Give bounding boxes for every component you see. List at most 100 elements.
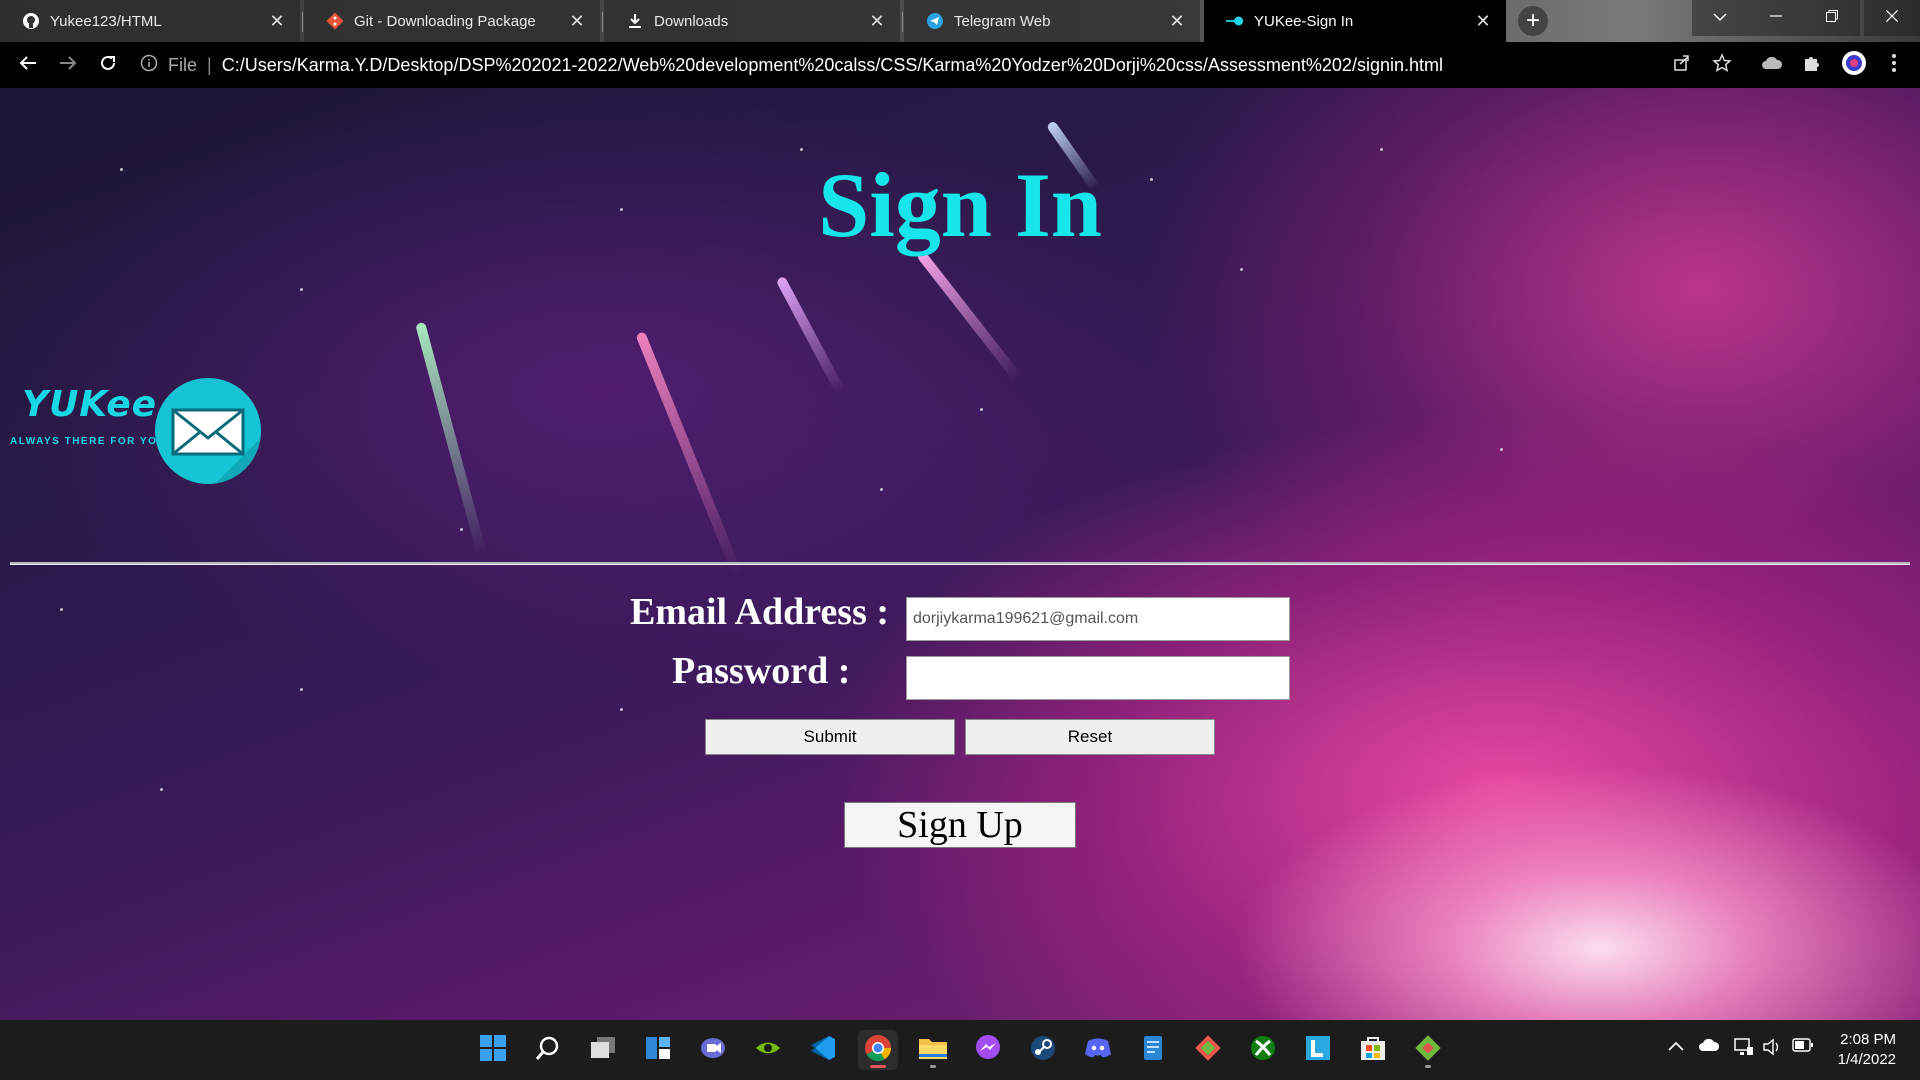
tab-title: Telegram Web xyxy=(954,12,1051,30)
url-text[interactable]: C:/Users/Karma.Y.D/Desktop/DSP%202021-20… xyxy=(222,55,1443,76)
network-icon[interactable] xyxy=(1734,1038,1754,1061)
tab-yukee-signin[interactable]: YUKee-Sign In ✕ xyxy=(1204,0,1506,42)
reset-button[interactable]: Reset xyxy=(965,719,1215,755)
minimize-button[interactable] xyxy=(1748,0,1804,36)
puzzle-icon xyxy=(1802,53,1822,78)
meteor-decoration xyxy=(775,275,846,396)
kebab-menu-icon xyxy=(1891,53,1897,78)
chrome-button[interactable] xyxy=(858,1030,898,1070)
start-button[interactable] xyxy=(473,1030,513,1070)
task-view-button[interactable] xyxy=(583,1030,623,1070)
running-indicator xyxy=(930,1065,936,1068)
extension-button[interactable] xyxy=(1754,42,1790,88)
close-icon xyxy=(1885,9,1899,27)
chrome-icon xyxy=(863,1033,893,1068)
page-content: Sign In YUKee ALWAYS THERE FOR YOU Email… xyxy=(0,88,1920,1020)
onedrive-icon[interactable] xyxy=(1698,1038,1720,1057)
bookmark-button[interactable] xyxy=(1704,42,1740,88)
xbox-icon xyxy=(1249,1034,1277,1067)
tab-title: Git - Downloading Package xyxy=(354,12,536,30)
teams-chat-button[interactable] xyxy=(693,1030,733,1070)
profile-button[interactable] xyxy=(1836,42,1872,88)
tab-telegram[interactable]: Telegram Web ✕ xyxy=(904,0,1200,42)
back-button[interactable] xyxy=(8,45,48,85)
github-icon xyxy=(22,12,40,30)
arrow-left-icon xyxy=(19,55,37,76)
browser-toolbar: File | C:/Users/Karma.Y.D/Desktop/DSP%20… xyxy=(0,42,1920,88)
tab-separator xyxy=(302,12,303,32)
git-gui-button[interactable] xyxy=(1408,1030,1448,1070)
meteor-decoration xyxy=(415,321,487,557)
browser-menu-button[interactable] xyxy=(1876,42,1912,88)
password-field[interactable] xyxy=(906,656,1290,700)
close-icon[interactable]: ✕ xyxy=(1474,11,1492,31)
battery-icon[interactable] xyxy=(1792,1038,1814,1057)
new-tab-button[interactable]: + xyxy=(1518,6,1548,36)
task-view-icon xyxy=(589,1035,617,1066)
tab-title: Yukee123/HTML xyxy=(50,12,162,30)
tab-search-button[interactable] xyxy=(1692,0,1748,36)
taskbar-search-button[interactable] xyxy=(528,1030,568,1070)
sourcetree-icon xyxy=(1194,1034,1222,1067)
notepad-button[interactable] xyxy=(1133,1030,1173,1070)
logo-tagline: ALWAYS THERE FOR YOU xyxy=(10,436,167,447)
restore-button[interactable] xyxy=(1804,0,1860,36)
lingo-button[interactable] xyxy=(1298,1030,1338,1070)
git-gui-icon xyxy=(1414,1034,1442,1067)
tab-github[interactable]: Yukee123/HTML ✕ xyxy=(0,0,300,42)
file-explorer-button[interactable] xyxy=(913,1030,953,1070)
address-bar[interactable]: File | C:/Users/Karma.Y.D/Desktop/DSP%20… xyxy=(140,42,1660,88)
close-icon[interactable]: ✕ xyxy=(1168,11,1186,31)
lingo-icon xyxy=(1304,1034,1332,1067)
discord-button[interactable] xyxy=(1078,1030,1118,1070)
close-icon[interactable]: ✕ xyxy=(268,11,286,31)
password-label: Password : xyxy=(672,650,851,692)
microsoft-store-button[interactable] xyxy=(1353,1030,1393,1070)
envelope-icon xyxy=(155,378,261,484)
horizontal-divider xyxy=(10,562,1910,565)
info-icon[interactable] xyxy=(140,54,158,77)
tab-title: Downloads xyxy=(654,12,729,30)
search-icon xyxy=(535,1035,561,1066)
restore-icon xyxy=(1826,9,1838,27)
cloud-extension-icon xyxy=(1761,55,1783,76)
email-label: Email Address : xyxy=(630,591,890,633)
email-field[interactable] xyxy=(906,597,1290,641)
avatar-icon xyxy=(1841,50,1867,81)
logo-wordmark: YUKee xyxy=(22,384,158,425)
messenger-button[interactable] xyxy=(968,1030,1008,1070)
taskbar-clock[interactable]: 2:08 PM 1/4/2022 xyxy=(1816,1030,1896,1070)
extensions-menu-button[interactable] xyxy=(1794,42,1830,88)
tab-git-downloading[interactable]: Git - Downloading Package ✕ xyxy=(304,0,600,42)
sourcetree-button[interactable] xyxy=(1188,1030,1228,1070)
tab-downloads[interactable]: Downloads ✕ xyxy=(604,0,900,42)
chevron-down-icon xyxy=(1713,9,1727,27)
vscode-button[interactable] xyxy=(803,1030,843,1070)
nvidia-button[interactable] xyxy=(748,1030,788,1070)
close-icon[interactable]: ✕ xyxy=(568,11,586,31)
windows-taskbar: 2:08 PM 1/4/2022 xyxy=(0,1020,1920,1080)
window-close-button[interactable] xyxy=(1864,0,1920,36)
chevron-up-icon[interactable] xyxy=(1668,1038,1684,1056)
yukee-logo[interactable]: YUKee ALWAYS THERE FOR YOU xyxy=(8,378,268,488)
widgets-icon xyxy=(644,1035,672,1066)
teams-chat-icon xyxy=(699,1035,727,1066)
vscode-icon xyxy=(809,1034,837,1067)
widgets-button[interactable] xyxy=(638,1030,678,1070)
reload-button[interactable] xyxy=(88,45,128,85)
forward-button[interactable] xyxy=(48,45,88,85)
minimize-icon xyxy=(1770,9,1782,27)
file-explorer-icon xyxy=(918,1035,948,1066)
steam-button[interactable] xyxy=(1023,1030,1063,1070)
close-icon[interactable]: ✕ xyxy=(868,11,886,31)
messenger-icon xyxy=(974,1034,1002,1067)
submit-button[interactable]: Submit xyxy=(705,719,955,755)
star-icon xyxy=(1712,52,1732,78)
git-icon xyxy=(326,12,344,30)
page-title: Sign In xyxy=(818,154,1102,256)
volume-icon[interactable] xyxy=(1762,1038,1782,1061)
share-button[interactable] xyxy=(1664,42,1700,88)
sign-up-button[interactable]: Sign Up xyxy=(844,802,1076,848)
windows-start-icon xyxy=(479,1034,507,1067)
xbox-button[interactable] xyxy=(1243,1030,1283,1070)
